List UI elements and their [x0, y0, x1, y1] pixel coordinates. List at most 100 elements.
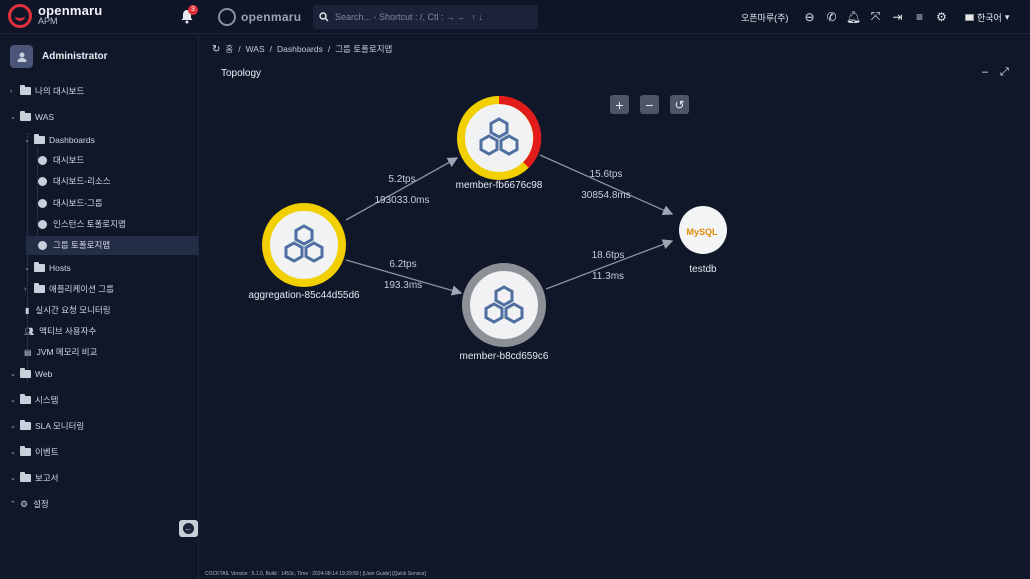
arrow-left-icon: ←	[183, 523, 194, 534]
top-bar: openmaru APM 3 openmaru 오픈마루(주) ⊖ ✆ 🔔︎ ⤧…	[0, 0, 1030, 34]
footer-version: COCKTAIL Version : 5.1.0, Build : 1453c,…	[205, 571, 426, 577]
folder-icon	[20, 420, 31, 430]
sidebar-item-events[interactable]: ⌄ 이벤트	[10, 445, 58, 459]
folder-open-icon	[34, 134, 45, 144]
users-icon: 👥︎	[24, 326, 35, 336]
sidebar-item-dashboard-resource[interactable]: 대시보드-리소스	[38, 174, 111, 188]
node-label: member-fb6676c98	[456, 180, 543, 191]
edge-label-time: 193033.0ms	[374, 195, 429, 206]
edge-m1-db[interactable]	[539, 154, 674, 216]
topology-graph[interactable]: 5.2tps 193033.0ms 6.2tps 193.3ms 15.6tps…	[200, 80, 800, 380]
sidebar-item-group-topology[interactable]: 그룹 토폴로지맵	[38, 238, 110, 252]
brand-name: openmaru	[38, 3, 103, 18]
edge-label-tps: 5.2tps	[388, 174, 415, 185]
sidebar-item-app-group[interactable]: › 애플리케이션 그룹	[24, 282, 114, 296]
breadcrumb-separator: /	[238, 44, 241, 54]
org-name[interactable]: 오픈마루(주)	[741, 11, 788, 24]
edge-label-time: 30854.8ms	[581, 190, 630, 201]
sidebar-item-jvm-memory[interactable]: ▤ JVM 메모리 비교	[24, 345, 97, 359]
node-aggregation[interactable]: aggregation-85c44d55d6	[248, 203, 360, 301]
chevron-down-icon: ⌄	[10, 371, 16, 378]
breadcrumb-current: 그룹 토폴로지맵	[335, 44, 393, 54]
dashboard-icon	[38, 155, 47, 165]
node-member-fb6676c98[interactable]: member-fb6676c98	[456, 95, 543, 191]
sidebar-item-my-dashboard[interactable]: › 나의 대시보드	[10, 84, 84, 98]
sidebar-item-hosts[interactable]: ⌄ Hosts	[24, 261, 71, 275]
breadcrumb-dashboards[interactable]: Dashboards	[277, 44, 323, 54]
sidebar-item-dashboard-group[interactable]: 대시보드-그룹	[38, 196, 103, 210]
phone-icon[interactable]: ✆	[824, 9, 839, 24]
secondary-logo: openmaru	[218, 8, 301, 26]
dashboard-icon	[38, 219, 47, 229]
sidebar-collapse-button[interactable]: ←	[179, 520, 198, 537]
node-label: member-b8cd659c6	[460, 351, 549, 362]
zoom-out-icon[interactable]: ⊖	[802, 9, 817, 24]
panel-title: Topology	[221, 68, 262, 79]
sidebar-item-system[interactable]: ⌄ 시스템	[10, 393, 58, 407]
logout-icon[interactable]: ⇥	[890, 9, 905, 24]
folder-icon	[20, 472, 31, 482]
sidebar-item-was[interactable]: ⌄ WAS	[10, 110, 54, 124]
edge-agg-m1[interactable]	[345, 157, 459, 221]
user-icon	[17, 52, 26, 62]
edge-label-tps: 15.6tps	[590, 169, 623, 180]
chevron-down-icon: ⌄	[10, 423, 16, 430]
folder-icon	[20, 394, 31, 404]
chevron-down-icon: ⌄	[10, 114, 16, 121]
sidebar: Administrator › 나의 대시보드 ⌄ WAS ⌄ Dashboards …	[0, 35, 199, 579]
sidebar-item-dashboard[interactable]: 대시보드	[38, 153, 84, 167]
menu-icon[interactable]: ≡	[912, 9, 927, 24]
chevron-up-icon: ⌃	[10, 501, 16, 508]
sidebar-item-sla[interactable]: ⌄ SLA 모니터링	[10, 419, 84, 433]
notification-count-badge: 3	[188, 5, 198, 15]
refresh-icon[interactable]: ↻	[212, 44, 220, 55]
folder-icon	[20, 85, 31, 95]
dashboard-icon	[38, 176, 47, 186]
dashboard-icon	[38, 240, 47, 250]
chevron-down-icon: ⌄	[10, 475, 16, 482]
korea-flag-icon	[965, 14, 974, 21]
search-icon	[319, 12, 329, 22]
sidebar-item-web[interactable]: ⌄ Web	[10, 367, 52, 381]
openmaru-logo-icon	[8, 4, 32, 28]
sidebar-item-dashboards[interactable]: ⌄ Dashboards	[24, 133, 95, 147]
edge-label-time: 193.3ms	[384, 280, 422, 291]
breadcrumb-separator: /	[327, 44, 331, 54]
language-selector[interactable]: 한국어 ▾	[965, 11, 1009, 24]
search-input[interactable]	[335, 12, 525, 22]
openmaru-mark-icon	[218, 8, 236, 26]
edge-label-tps: 6.2tps	[389, 259, 416, 270]
sidebar-item-active-users[interactable]: 👥︎ 액티브 사용자수	[24, 324, 96, 338]
search-box[interactable]	[313, 5, 538, 29]
folder-icon	[34, 283, 45, 293]
secondary-logo-text: openmaru	[241, 10, 302, 24]
user-profile[interactable]: Administrator	[10, 45, 108, 68]
chevron-right-icon: ›	[24, 285, 27, 293]
chevron-down-icon: ⌄	[24, 265, 30, 272]
chevron-right-icon: ›	[10, 87, 13, 95]
sidebar-item-instance-topology[interactable]: 인스턴스 토폴로지맵	[38, 217, 126, 231]
sidebar-item-settings[interactable]: ⌃ ⚙ 설정	[10, 497, 49, 511]
chevron-down-icon: ⌄	[24, 137, 30, 144]
node-testdb[interactable]: MySQL testdb	[679, 206, 727, 275]
node-member-b8cd659c6[interactable]: member-b8cd659c6	[460, 263, 549, 362]
edge-label-tps: 18.6tps	[592, 250, 625, 261]
folder-icon	[20, 446, 31, 456]
language-label: 한국어	[977, 13, 1002, 23]
chevron-down-icon: ⌄	[10, 397, 16, 404]
node-label: aggregation-85c44d55d6	[248, 290, 360, 301]
folder-open-icon	[20, 111, 31, 121]
expand-icon[interactable]: ⤧	[868, 9, 883, 24]
bar-chart-icon: ▮	[25, 305, 30, 315]
gear-icon[interactable]: ⚙	[934, 9, 949, 24]
brand-logo[interactable]: openmaru APM	[8, 4, 102, 28]
avatar	[10, 45, 33, 68]
breadcrumb-was[interactable]: WAS	[246, 44, 265, 54]
bell-icon[interactable]: 🔔︎	[846, 9, 861, 24]
sidebar-item-reports[interactable]: ⌄ 보고서	[10, 471, 58, 485]
folder-icon	[20, 368, 31, 378]
fullscreen-icon[interactable]: ⤢	[1000, 66, 1009, 79]
breadcrumb-home[interactable]: 홈	[225, 43, 233, 55]
sidebar-item-realtime-monitor[interactable]: ▮ 실시간 요청 모니터링	[25, 303, 111, 317]
minimize-icon[interactable]: –	[982, 66, 988, 78]
